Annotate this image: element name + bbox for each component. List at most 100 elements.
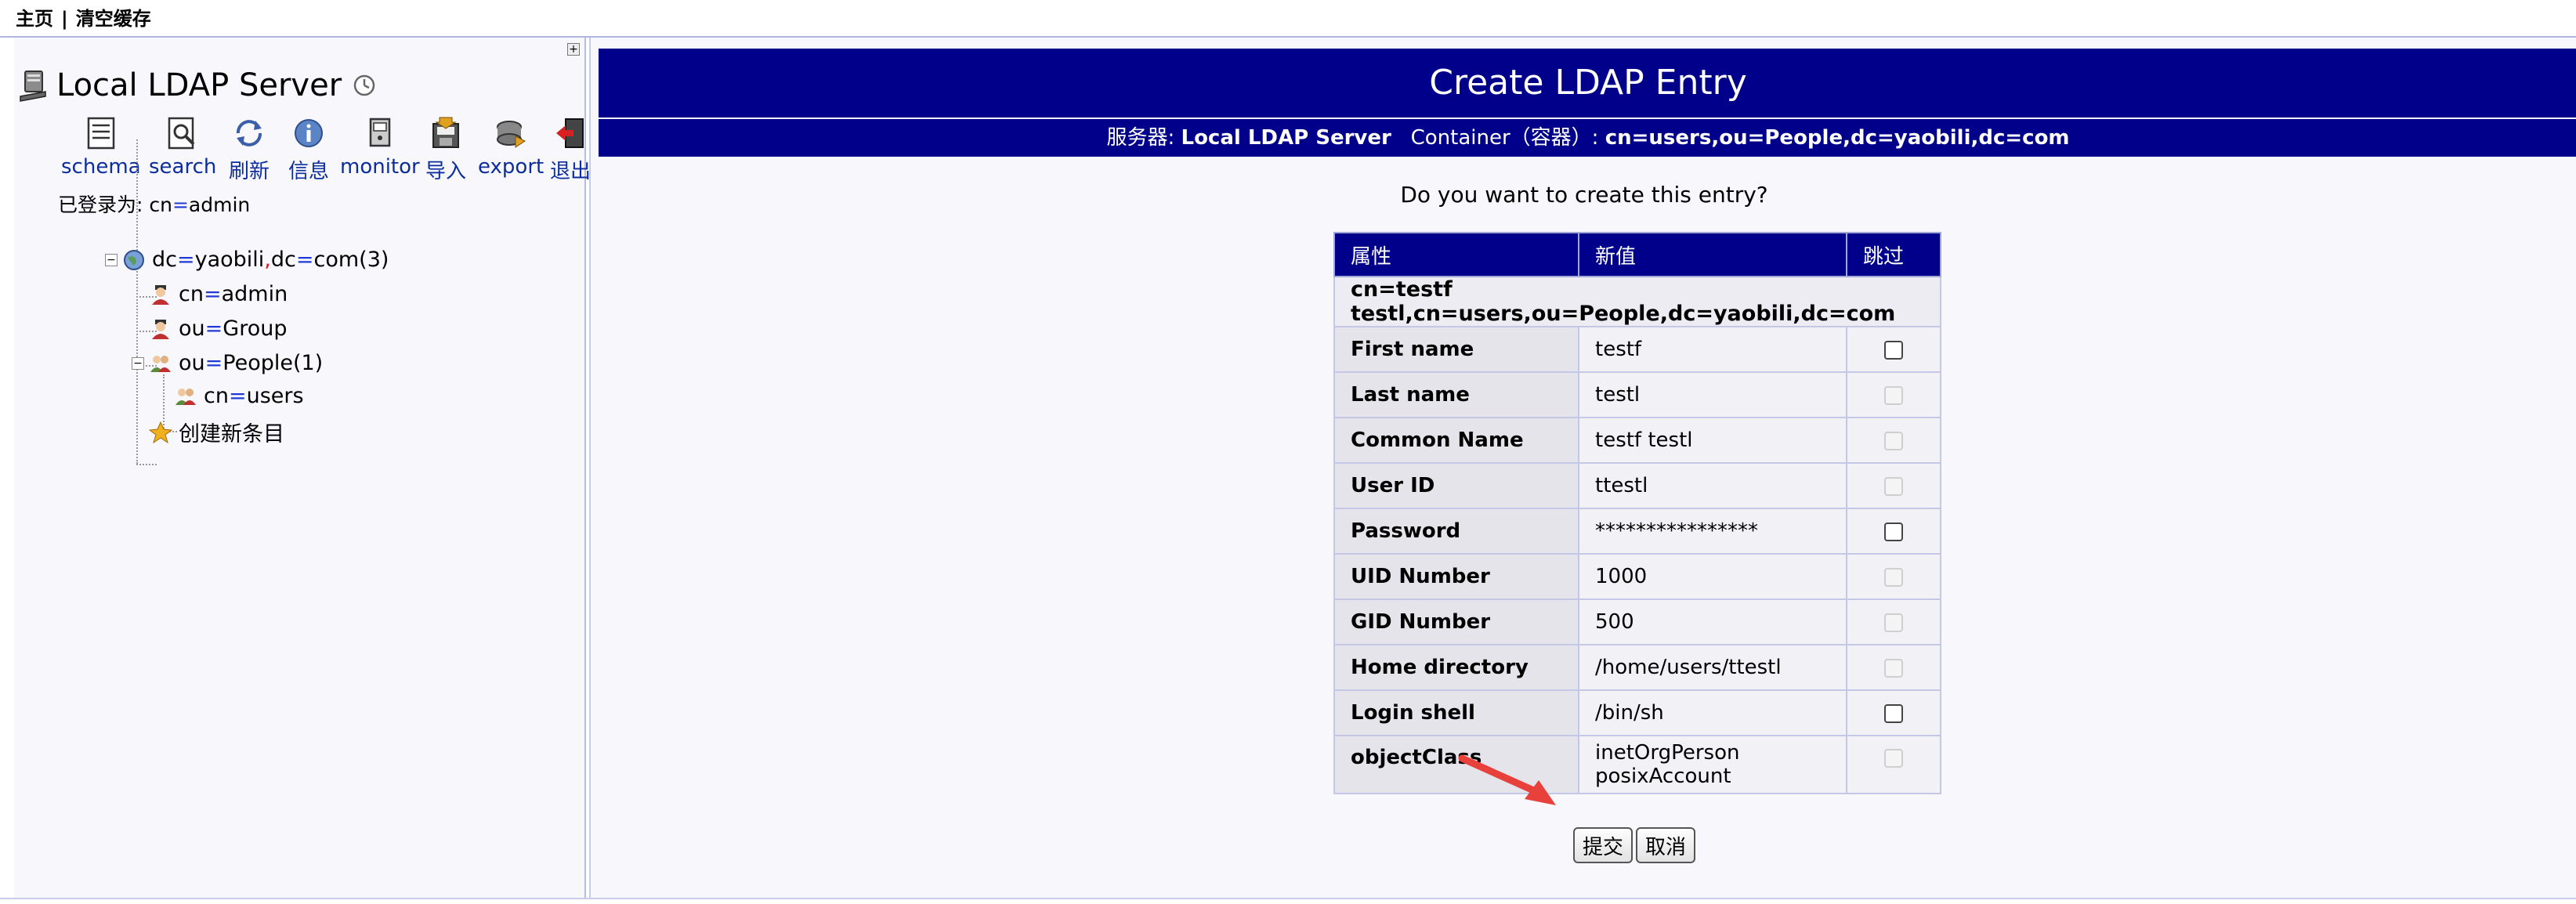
child-count: (1) bbox=[292, 351, 324, 375]
attr-value: /bin/sh bbox=[1578, 689, 1847, 736]
skip-checkbox-disabled bbox=[1884, 748, 1903, 768]
toolbar-import[interactable]: 导入 bbox=[425, 116, 466, 184]
header-attribute: 属性 bbox=[1333, 232, 1579, 277]
top-menu: 主页 | 清空缓存 bbox=[16, 3, 151, 31]
attr-name: Password bbox=[1333, 508, 1579, 555]
bottom-divider bbox=[0, 898, 2576, 899]
clock-icon[interactable] bbox=[353, 74, 376, 97]
form-buttons: 提交 取消 bbox=[1573, 827, 1696, 863]
attr-value: **************** bbox=[1578, 508, 1847, 555]
tree-value: admin bbox=[221, 282, 288, 306]
tree-root-node[interactable]: − dc = yaobili, dc = com (3) bbox=[105, 248, 389, 272]
expand-panel-button[interactable]: + bbox=[567, 43, 580, 56]
toolbar-info[interactable]: 信息 bbox=[288, 116, 329, 184]
tree-value: Group bbox=[223, 316, 288, 341]
skip-checkbox-disabled bbox=[1884, 658, 1903, 678]
equals-sign: = bbox=[172, 193, 189, 216]
submit-button[interactable]: 提交 bbox=[1573, 827, 1634, 863]
toolbar-label: monitor bbox=[340, 155, 420, 179]
dn-row: cn=testf testl,cn=users,ou=People,dc=yao… bbox=[1333, 276, 1941, 327]
tree-node-admin[interactable]: cn = admin bbox=[149, 282, 288, 306]
table-row: GID Number 500 bbox=[1333, 598, 1941, 645]
tree-line bbox=[136, 464, 157, 465]
attr-value: /home/users/ttestl bbox=[1578, 644, 1847, 691]
skip-cell bbox=[1846, 553, 1941, 600]
server-label: 服务器: bbox=[1106, 126, 1181, 150]
table-row: User ID ttestl bbox=[1333, 462, 1941, 509]
star-icon bbox=[149, 421, 172, 443]
tree-value: yaobili bbox=[194, 248, 265, 272]
toolbar-label: schema bbox=[61, 155, 141, 179]
group-icon bbox=[150, 355, 171, 372]
search-icon bbox=[168, 117, 195, 150]
container-value: cn=users,ou=People,dc=yaobili,dc=com bbox=[1605, 126, 2070, 150]
toolbar-export[interactable]: export bbox=[478, 116, 544, 179]
schema-icon bbox=[87, 117, 115, 150]
attr-value: testl bbox=[1578, 371, 1847, 418]
tree-node-group[interactable]: ou = Group bbox=[149, 316, 287, 341]
equals-sign: = bbox=[203, 282, 222, 306]
table-row: Common Name testf testl bbox=[1333, 417, 1941, 464]
skip-checkbox[interactable] bbox=[1884, 340, 1903, 360]
table-row: UID Number 1000 bbox=[1333, 553, 1941, 600]
refresh-icon bbox=[237, 120, 262, 146]
table-header-row: 属性 新值 跳过 bbox=[1333, 232, 1941, 277]
table-row: Login shell /bin/sh bbox=[1333, 689, 1941, 736]
skip-checkbox-disabled bbox=[1884, 567, 1903, 587]
cancel-button[interactable]: 取消 bbox=[1636, 827, 1696, 863]
menu-separator: | bbox=[61, 8, 68, 30]
table-row: Home directory /home/users/ttestl bbox=[1333, 644, 1941, 691]
purge-cache-link[interactable]: 清空缓存 bbox=[76, 8, 151, 30]
child-count: (3) bbox=[359, 248, 389, 272]
attr-name: Last name bbox=[1333, 371, 1579, 418]
tree-node-create[interactable]: 创建新条目 bbox=[149, 417, 284, 447]
user-icon bbox=[152, 284, 169, 305]
tree-attr: ou bbox=[179, 351, 205, 375]
equals-sign: = bbox=[204, 316, 223, 341]
entry-table: 属性 新值 跳过 cn=testf testl,cn=users,ou=Peop… bbox=[1333, 232, 1941, 794]
collapse-toggle[interactable]: − bbox=[105, 253, 118, 266]
tree-attr: cn bbox=[179, 282, 204, 306]
skip-cell bbox=[1846, 462, 1941, 509]
page-title: Create LDAP Entry bbox=[599, 49, 2576, 118]
tree-value: com bbox=[313, 248, 360, 272]
tree-attr: dc bbox=[270, 248, 296, 272]
skip-cell bbox=[1846, 326, 1941, 373]
toolbar-refresh[interactable]: 刷新 bbox=[229, 116, 270, 184]
skip-checkbox[interactable] bbox=[1884, 703, 1903, 723]
skip-cell bbox=[1846, 598, 1941, 645]
collapse-toggle[interactable]: − bbox=[132, 356, 144, 370]
toolbar-search[interactable]: search bbox=[149, 116, 216, 179]
toolbar-label: 导入 bbox=[425, 160, 467, 183]
server-value: Local LDAP Server bbox=[1181, 126, 1391, 150]
skip-cell bbox=[1846, 735, 1941, 794]
equals-sign: = bbox=[228, 384, 247, 408]
equals-sign: = bbox=[204, 351, 223, 375]
create-entry-label: 创建新条目 bbox=[179, 422, 284, 447]
tree-value: users bbox=[246, 384, 304, 408]
tree-node-users[interactable]: cn = users bbox=[174, 384, 304, 408]
info-icon bbox=[295, 119, 323, 147]
attr-value-list: inetOrgPerson posixAccount bbox=[1578, 735, 1847, 794]
group-icon bbox=[175, 388, 196, 405]
skip-checkbox-disabled bbox=[1884, 431, 1903, 450]
skip-checkbox[interactable] bbox=[1884, 522, 1903, 541]
skip-checkbox-disabled bbox=[1884, 476, 1903, 496]
tree-node-people[interactable]: − ou = People (1) bbox=[132, 351, 323, 375]
home-link[interactable]: 主页 bbox=[16, 8, 53, 30]
logged-in-as: 已登录为: cn=admin bbox=[58, 190, 250, 218]
globe-icon bbox=[124, 249, 144, 270]
toolbar-monitor[interactable]: monitor bbox=[340, 116, 420, 179]
skip-cell bbox=[1846, 417, 1941, 464]
server-container-bar: 服务器: Local LDAP Server Container（容器）: cn… bbox=[599, 119, 2576, 157]
toolbar-schema[interactable]: schema bbox=[61, 116, 141, 179]
main-panel: Create LDAP Entry 服务器: Local LDAP Server… bbox=[589, 38, 2576, 898]
object-class-value: inetOrgPerson bbox=[1595, 741, 1740, 765]
attr-value: 1000 bbox=[1578, 553, 1847, 600]
server-title[interactable]: Local LDAP Server bbox=[17, 67, 376, 103]
skip-cell bbox=[1846, 508, 1941, 555]
attr-name: Common Name bbox=[1333, 417, 1579, 464]
logout-icon bbox=[556, 118, 584, 148]
toolbar-logout[interactable]: 退出 bbox=[550, 116, 591, 184]
server-icon bbox=[20, 71, 46, 102]
